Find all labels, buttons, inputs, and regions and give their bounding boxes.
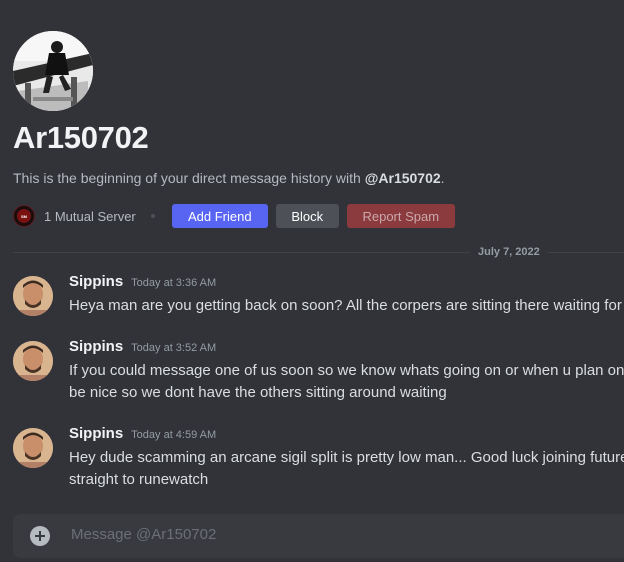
date-divider-label: July 7, 2022 (470, 246, 548, 258)
user-avatar-icon (13, 341, 53, 381)
message-input[interactable] (69, 525, 613, 544)
server-icon-text: SM (17, 209, 31, 223)
message-timestamp: Today at 4:59 AM (131, 429, 217, 441)
profile-username: Ar150702 (13, 120, 149, 155)
message-body: Sippins Today at 3:36 AM Heya man are yo… (69, 273, 624, 317)
dm-channel: Ar150702 This is the beginning of your d… (0, 0, 624, 562)
avatar[interactable] (13, 276, 53, 316)
dm-intro-text: This is the beginning of your direct mes… (13, 170, 445, 186)
add-friend-button[interactable]: Add Friend (171, 204, 268, 228)
mutual-server-icon[interactable]: SM (13, 205, 35, 227)
message-header: Sippins Today at 3:52 AM (69, 338, 624, 360)
message-header: Sippins Today at 3:36 AM (69, 273, 624, 295)
message-author[interactable]: Sippins (69, 425, 123, 442)
message-author[interactable]: Sippins (69, 273, 123, 290)
message-body: Sippins Today at 4:59 AM Hey dude scammi… (69, 425, 624, 491)
report-spam-button[interactable]: Report Spam (346, 204, 455, 228)
profile-photo-icon (13, 31, 93, 111)
mutual-servers-link[interactable]: 1 Mutual Server (44, 209, 136, 224)
message-content-line: be nice so we dont have the others sitti… (69, 384, 447, 401)
message-composer (13, 514, 624, 558)
block-button[interactable]: Block (275, 204, 339, 228)
message-content-line: Hey dude scamming an arcane sigil split … (69, 449, 624, 466)
message-content-line: Heya man are you getting back on soon? A… (69, 297, 622, 314)
attach-plus-button[interactable] (30, 526, 50, 546)
separator-dot (150, 214, 155, 218)
message-timestamp: Today at 3:36 AM (131, 277, 217, 289)
mutual-actions-row: SM 1 Mutual Server Add Friend Block Repo… (13, 204, 455, 228)
message-header: Sippins Today at 4:59 AM (69, 425, 624, 447)
message-author[interactable]: Sippins (69, 338, 123, 355)
intro-prefix: This is the beginning of your direct mes… (13, 170, 365, 186)
user-avatar-icon (13, 428, 53, 468)
intro-suffix: . (440, 170, 445, 186)
avatar[interactable] (13, 341, 53, 381)
message-content-line: straight to runewatch (69, 471, 209, 488)
message-content-line: If you could message one of us soon so w… (69, 362, 624, 379)
intro-mention[interactable]: @Ar150702 (365, 170, 441, 186)
profile-avatar[interactable] (13, 31, 93, 111)
message-timestamp: Today at 3:52 AM (131, 342, 217, 354)
plus-icon (35, 531, 45, 541)
message-body: Sippins Today at 3:52 AM If you could me… (69, 338, 624, 404)
user-avatar-icon (13, 276, 53, 316)
avatar[interactable] (13, 428, 53, 468)
